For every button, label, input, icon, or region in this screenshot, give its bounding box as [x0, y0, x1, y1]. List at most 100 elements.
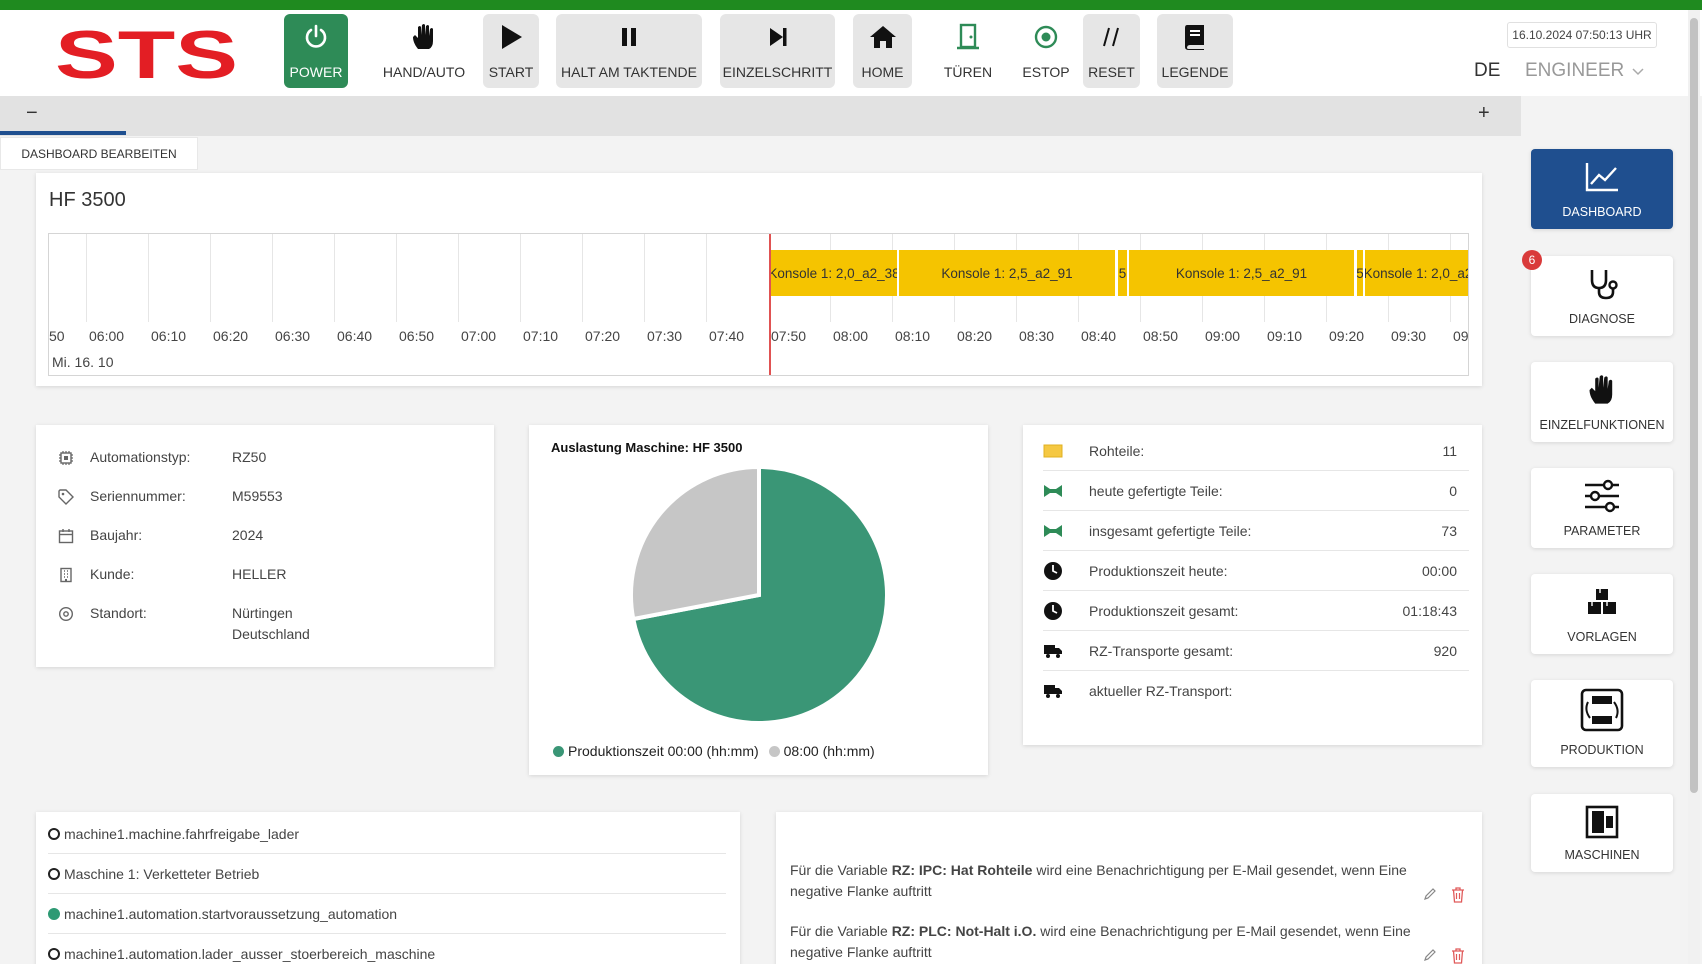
- signal-label: machine1.automation.lader_ausser_stoerbe…: [64, 946, 436, 962]
- sidebar-item-einzelfunktionen[interactable]: EINZELFUNKTIONEN: [1531, 362, 1673, 442]
- legend-item-idle[interactable]: 08:00 (hh:mm): [768, 743, 875, 759]
- active-tab-indicator: [0, 131, 126, 135]
- timeline-tick: 07:50: [771, 328, 807, 344]
- timeline-tick: 09:: [1453, 328, 1469, 344]
- edit-icon[interactable]: [1423, 948, 1437, 964]
- svg-text:STS: STS: [55, 24, 238, 82]
- info-value: 2024: [232, 527, 264, 543]
- notification-text: Für die Variable: [790, 923, 892, 939]
- halt-label: HALT AM TAKTENDE: [561, 64, 697, 80]
- top-toolbar: STS POWER HAND/AUTO START HALT AM TAKTEN…: [0, 10, 1702, 96]
- legende-button[interactable]: LEGENDE: [1157, 14, 1233, 88]
- timeline-segment[interactable]: 5: [1357, 250, 1363, 296]
- stat-label: heute gefertigte Teile:: [1089, 482, 1223, 499]
- timeline-card: HF 3500 Konsole 1: 2,0_a2_38 Konsole 1: …: [36, 173, 1482, 386]
- signal-row: Maschine 1: Verketteter Betrieb: [48, 854, 726, 894]
- current-time-line: [769, 234, 771, 375]
- tueren-button[interactable]: TÜREN: [940, 14, 996, 88]
- timeline-segment[interactable]: Konsole 1: 2,0_a2_38: [771, 250, 897, 296]
- timeline-chart[interactable]: Konsole 1: 2,0_a2_38 Konsole 1: 2,5_a2_9…: [48, 233, 1469, 376]
- hand-auto-label: HAND/AUTO: [382, 64, 466, 80]
- stat-row-aktueller-transport: aktueller RZ-Transport:: [1043, 671, 1469, 711]
- edit-icon[interactable]: [1423, 887, 1437, 908]
- info-value-line2: Deutschland: [232, 626, 310, 642]
- timeline-tick: 08:30: [1019, 328, 1055, 344]
- notification-item: Für die Variable RZ: PLC: Not-Halt i.O. …: [790, 921, 1462, 963]
- sidebar-label: PRODUKTION: [1560, 743, 1644, 757]
- power-label: POWER: [289, 64, 343, 80]
- timeline-segment[interactable]: 5: [1118, 250, 1127, 296]
- estop-button[interactable]: ESTOP: [1018, 14, 1074, 88]
- sidebar-item-dashboard[interactable]: DASHBOARD: [1531, 149, 1673, 229]
- info-row-automationstyp: Automationstyp: RZ50: [58, 449, 266, 467]
- notifications-card: Für die Variable RZ: IPC: Hat Rohteile w…: [776, 812, 1482, 964]
- chip-icon: [58, 449, 82, 467]
- home-button[interactable]: HOME: [853, 14, 912, 88]
- reset-button[interactable]: RESET: [1083, 14, 1140, 88]
- timeline-segment[interactable]: Konsole 1: 2,5_a2_91: [1129, 250, 1354, 296]
- signal-on-indicator: [48, 907, 60, 920]
- hand-auto-button[interactable]: HAND/AUTO: [378, 14, 470, 88]
- timeline-tick: 09:20: [1329, 328, 1365, 344]
- halt-am-taktende-button[interactable]: HALT AM TAKTENDE: [556, 14, 702, 88]
- power-button[interactable]: POWER: [284, 14, 348, 88]
- sidebar-item-parameter[interactable]: PARAMETER: [1531, 468, 1673, 548]
- scrollbar-thumb[interactable]: [1690, 18, 1698, 793]
- stat-row-heute-teile: heute gefertigte Teile: 0: [1043, 471, 1469, 511]
- pause-icon: [556, 22, 702, 52]
- utilization-pie-card: Auslastung Maschine: HF 3500 Produktions…: [529, 425, 988, 775]
- stat-value: 920: [1433, 642, 1457, 659]
- sidebar-item-produktion[interactable]: PRODUKTION: [1531, 680, 1673, 767]
- timeline-tick: 06:30: [275, 328, 311, 344]
- sidebar-item-diagnose[interactable]: DIAGNOSE: [1531, 256, 1673, 336]
- timeline-tick: 06:10: [151, 328, 187, 344]
- legende-label: LEGENDE: [1161, 64, 1229, 80]
- sliders-icon: [1531, 478, 1673, 514]
- parts-icon: [1043, 524, 1083, 538]
- trash-icon[interactable]: [1451, 948, 1465, 964]
- signal-row: machine1.automation.lader_ausser_stoerbe…: [48, 934, 726, 964]
- language-selector[interactable]: DE: [1474, 60, 1500, 82]
- home-icon: [853, 22, 912, 52]
- stat-row-rohteile: Rohteile: 11: [1043, 431, 1469, 471]
- start-button[interactable]: START: [483, 14, 539, 88]
- top-status-stripe: [0, 0, 1702, 10]
- diagnose-count-badge: 6: [1522, 250, 1542, 270]
- reset-label: RESET: [1088, 64, 1135, 80]
- production-stats-card: Rohteile: 11 heute gefertigte Teile: 0 i…: [1023, 425, 1482, 745]
- dashboard-edit-button[interactable]: DASHBOARD BEARBEITEN: [0, 137, 198, 170]
- signal-label: machine1.automation.startvoraussetzung_a…: [64, 905, 398, 922]
- stat-row-rz-transporte: RZ-Transporte gesamt: 920: [1043, 631, 1469, 671]
- stat-row-prodzeit-heute: Produktionszeit heute: 00:00: [1043, 551, 1469, 591]
- utilization-pie-chart[interactable]: [627, 463, 891, 727]
- timeline-segment[interactable]: Konsole 1: 2,5_a2_91: [899, 250, 1115, 296]
- sidebar-label: MASCHINEN: [1564, 848, 1640, 862]
- sidebar-item-vorlagen[interactable]: VORLAGEN: [1531, 574, 1673, 654]
- hand-icon: [378, 22, 470, 52]
- pie-slice[interactable]: [629, 464, 761, 622]
- sidebar-label: DIAGNOSE: [1569, 312, 1635, 326]
- page-scrollbar[interactable]: [1688, 10, 1700, 964]
- timeline-tick: 06:00: [89, 328, 125, 344]
- timeline-segment[interactable]: Konsole 1: 2,0_a2: [1365, 250, 1468, 296]
- timeline-tick: 07:00: [461, 328, 497, 344]
- calendar-icon: [58, 527, 82, 545]
- role-selector[interactable]: ENGINEER: [1525, 60, 1644, 82]
- power-icon: [284, 22, 348, 52]
- info-label: Seriennummer:: [90, 488, 186, 504]
- timeline-tick: 07:10: [523, 328, 559, 344]
- signal-label: machine1.machine.fahrfreigabe_lader: [64, 825, 300, 842]
- remove-tab-button[interactable]: −: [26, 102, 38, 125]
- signal-off-indicator: [48, 827, 60, 840]
- sidebar-label: VORLAGEN: [1567, 630, 1637, 644]
- einzelschritt-button[interactable]: EINZELSCHRITT: [720, 14, 835, 88]
- legend-label-idle: 08:00 (hh:mm): [783, 743, 875, 759]
- tueren-label: TÜREN: [943, 64, 993, 80]
- timeline-tick: 08:40: [1081, 328, 1117, 344]
- trash-icon[interactable]: [1451, 887, 1465, 908]
- add-tab-button[interactable]: +: [1478, 102, 1490, 125]
- timeline-tick: 09:10: [1267, 328, 1303, 344]
- sidebar-item-maschinen[interactable]: MASCHINEN: [1531, 794, 1673, 872]
- legend-item-production[interactable]: Produktionszeit 00:00 (hh:mm): [553, 743, 759, 759]
- timeline-tick: 06:50: [399, 328, 435, 344]
